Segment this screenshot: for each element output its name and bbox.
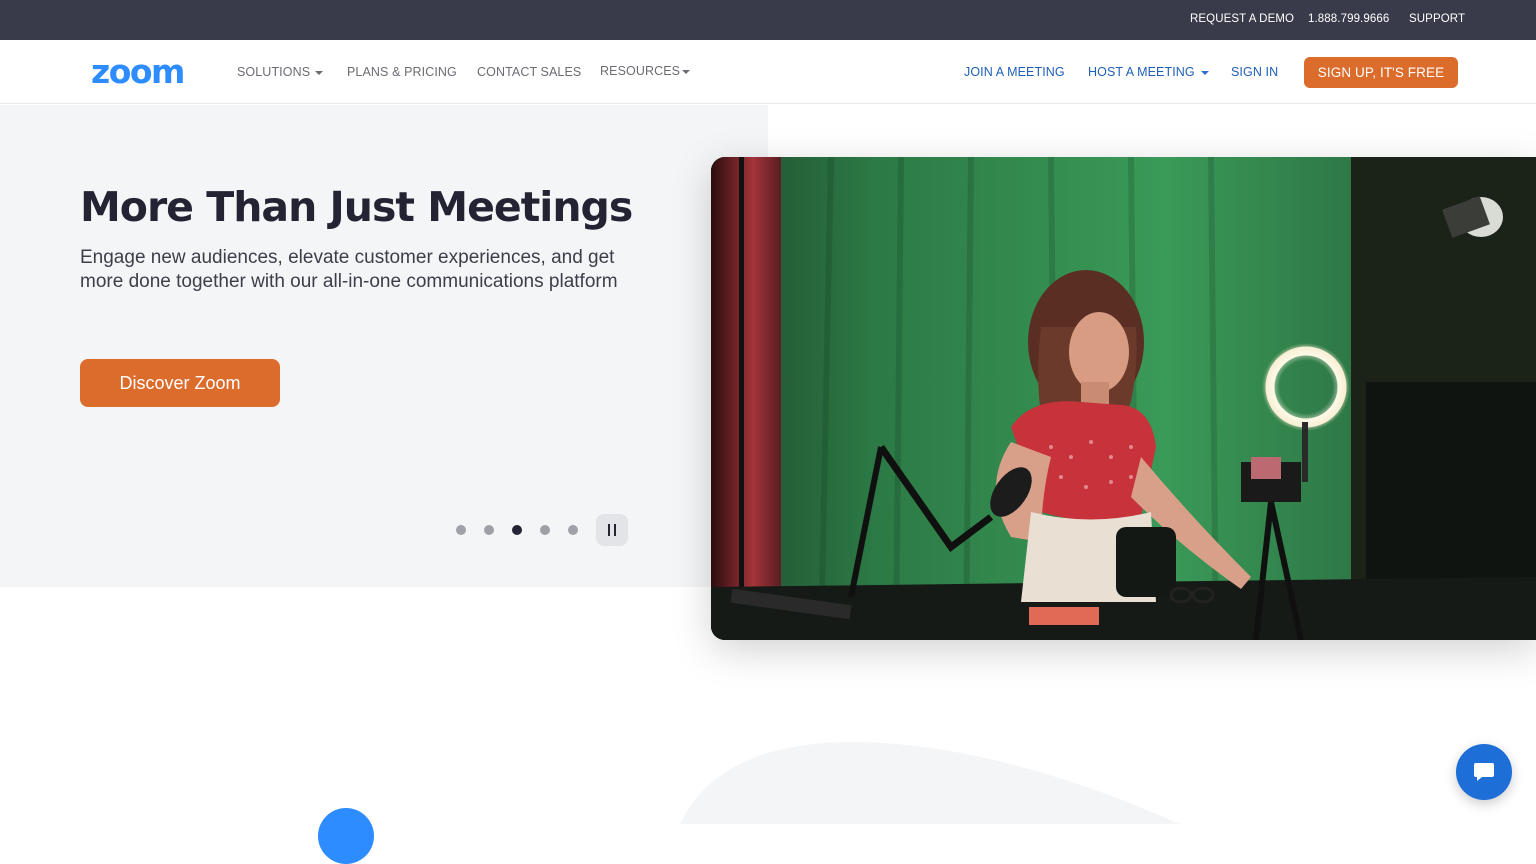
hero-title: More Than Just Meetings: [80, 183, 633, 231]
hero-image: [711, 157, 1536, 640]
phone-link[interactable]: 1.888.799.9666: [1308, 13, 1389, 25]
carousel-dot-1[interactable]: [456, 525, 466, 535]
join-meeting-link[interactable]: JOIN A MEETING: [964, 65, 1065, 79]
carousel-dot-5[interactable]: [568, 525, 578, 535]
feature-icon-circle: [318, 808, 374, 864]
caret-down-icon: [315, 70, 324, 75]
caret-down-icon: [682, 69, 691, 74]
nav-resources-label: RESOURCES: [600, 64, 681, 78]
carousel-dot-3[interactable]: [512, 525, 522, 535]
main-nav: zoom SOLUTIONS PLANS & PRICING CONTACT S…: [0, 40, 1536, 104]
chat-bubble-icon: [1474, 763, 1494, 781]
caret-down-icon: [1200, 70, 1209, 75]
carousel-dot-4[interactable]: [540, 525, 550, 535]
hero-background: [0, 105, 768, 587]
support-link[interactable]: SUPPORT: [1409, 13, 1465, 25]
utility-bar: REQUEST A DEMO 1.888.799.9666 SUPPORT: [0, 0, 1536, 40]
hero-subtitle: Engage new audiences, elevate customer e…: [80, 247, 618, 292]
nav-plans-pricing[interactable]: PLANS & PRICING: [347, 65, 457, 79]
carousel-dot-2[interactable]: [484, 525, 494, 535]
pause-icon: [608, 524, 610, 536]
nav-solutions[interactable]: SOLUTIONS: [237, 65, 324, 79]
nav-contact-sales[interactable]: CONTACT SALES: [477, 65, 581, 79]
carousel-pause-button[interactable]: [596, 514, 628, 546]
zoom-logo[interactable]: zoom: [91, 55, 185, 88]
decorative-wave: [680, 741, 1180, 824]
discover-zoom-button[interactable]: Discover Zoom: [80, 359, 280, 407]
host-meeting-dropdown[interactable]: HOST A MEETING: [1088, 65, 1209, 79]
host-meeting-label: HOST A MEETING: [1088, 65, 1195, 79]
chat-button[interactable]: [1456, 744, 1512, 800]
request-demo-link[interactable]: REQUEST A DEMO: [1190, 13, 1294, 25]
sign-in-link[interactable]: SIGN IN: [1231, 65, 1278, 79]
nav-solutions-label: SOLUTIONS: [237, 65, 311, 79]
sign-up-button[interactable]: SIGN UP, IT'S FREE: [1304, 57, 1458, 88]
nav-resources[interactable]: RESOURCES: [600, 64, 691, 78]
